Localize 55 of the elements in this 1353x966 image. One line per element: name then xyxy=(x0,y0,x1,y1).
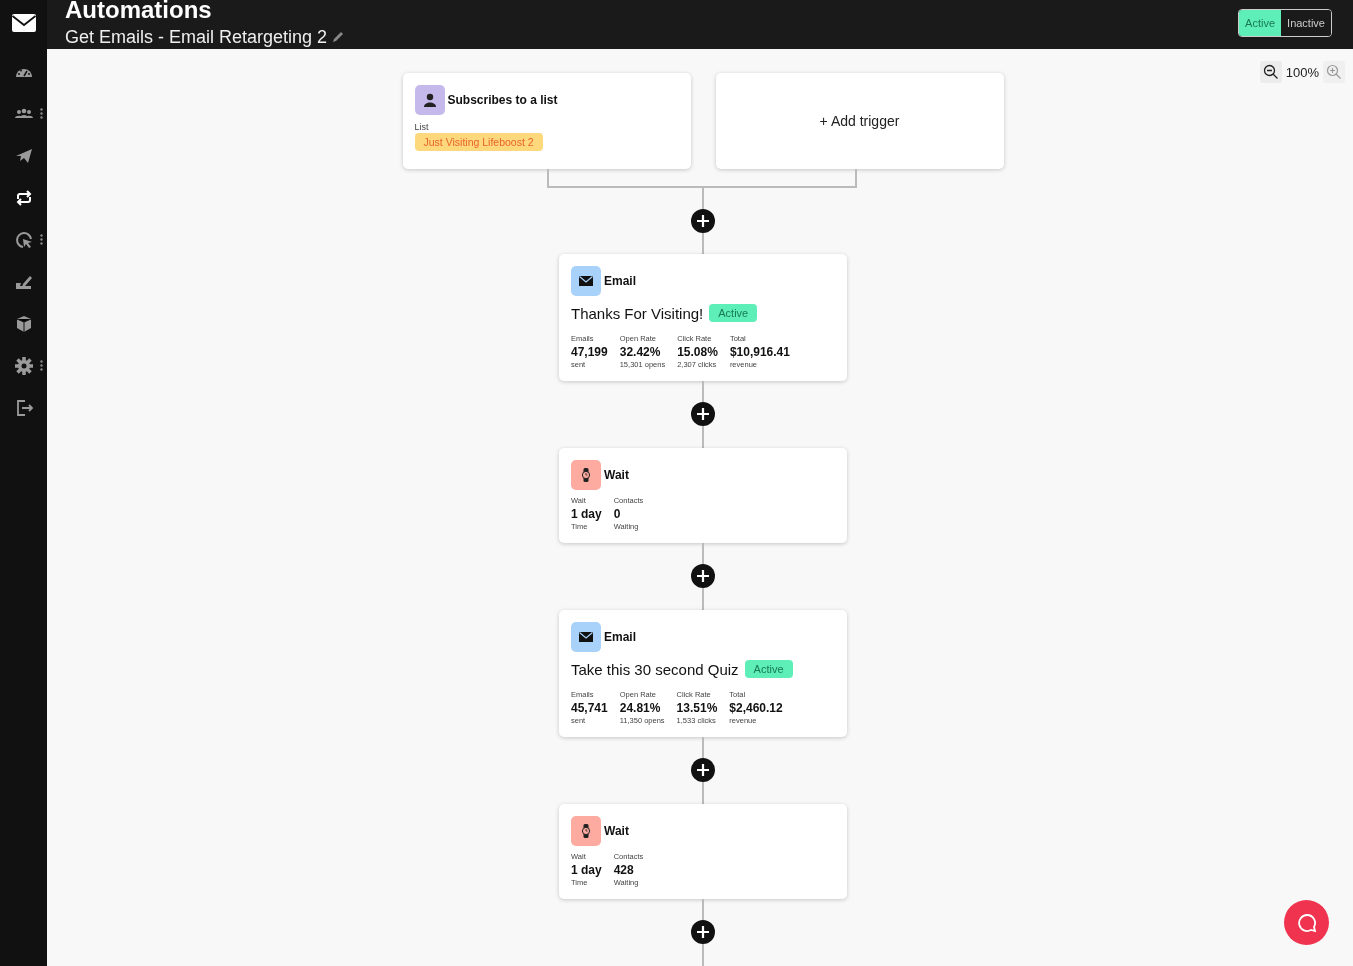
more-icon[interactable] xyxy=(40,108,43,119)
add-step-button[interactable] xyxy=(691,564,715,588)
zoom-level: 100% xyxy=(1285,64,1319,80)
chat-button[interactable] xyxy=(1284,900,1329,945)
zoom-out-icon[interactable] xyxy=(1259,61,1282,83)
stat-value: 428 xyxy=(613,863,635,877)
email-name: Take this 30 second Quiz xyxy=(571,660,739,678)
stat-value: $10,916.41 xyxy=(729,345,790,359)
stat-value: 24.81% xyxy=(619,701,662,715)
chat-icon xyxy=(1296,912,1317,933)
zoom-in-icon[interactable] xyxy=(1323,61,1345,83)
add-trigger-button[interactable]: + Add trigger xyxy=(715,73,1004,169)
gear-icon[interactable] xyxy=(13,356,34,376)
step-type: Email xyxy=(604,274,636,288)
stat-value: 1 day xyxy=(571,507,602,521)
stat-value: $2,460.12 xyxy=(729,701,783,715)
stat-value: 0 xyxy=(613,507,622,521)
more-icon[interactable] xyxy=(40,234,43,245)
plus-icon xyxy=(696,925,710,939)
watch-icon xyxy=(571,816,601,846)
envelope-icon xyxy=(571,622,601,652)
add-step-button[interactable] xyxy=(691,209,715,233)
automation-name: Get Emails - Email Retargeting 2 xyxy=(65,27,328,48)
stat-value: 1 day xyxy=(571,863,602,877)
stat-value: 15.08% xyxy=(677,345,718,359)
cursor-icon[interactable] xyxy=(13,230,34,250)
status-badge: Active xyxy=(709,304,758,322)
list-tag: Just Visiting Lifeboost 2 xyxy=(414,133,543,151)
email-name: Thanks For Visiting! xyxy=(571,304,704,322)
stat-value: 45,741 xyxy=(571,701,608,715)
watch-icon xyxy=(571,460,601,490)
more-icon[interactable] xyxy=(40,360,43,371)
plus-icon xyxy=(696,214,710,228)
page-title: Automations xyxy=(65,0,212,24)
plus-icon xyxy=(696,569,710,583)
field-label: List xyxy=(414,122,430,132)
stat-value: 47,199 xyxy=(571,345,608,359)
envelope-icon xyxy=(571,266,601,296)
status-option[interactable]: Active xyxy=(1239,10,1282,36)
status-badge: Active xyxy=(744,660,793,678)
person-icon xyxy=(414,85,445,115)
pencil-icon[interactable] xyxy=(331,31,345,44)
plus-icon xyxy=(696,407,710,421)
trigger-card[interactable]: Subscribes to a list List Just Visiting Lifeboost 2 xyxy=(402,73,691,169)
trigger-title: Subscribes to a list xyxy=(447,93,558,107)
stat-value: 32.42% xyxy=(619,345,662,359)
step-type: Email xyxy=(604,630,636,644)
step-type: Wait xyxy=(604,824,629,838)
add-step-button[interactable] xyxy=(691,758,715,782)
logo-icon[interactable] xyxy=(10,13,37,33)
add-step-button[interactable] xyxy=(691,920,715,944)
step-type: Wait xyxy=(604,468,629,482)
stat-value: 13.51% xyxy=(676,701,718,715)
add-step-button[interactable] xyxy=(691,402,715,426)
plus-icon xyxy=(696,763,710,777)
